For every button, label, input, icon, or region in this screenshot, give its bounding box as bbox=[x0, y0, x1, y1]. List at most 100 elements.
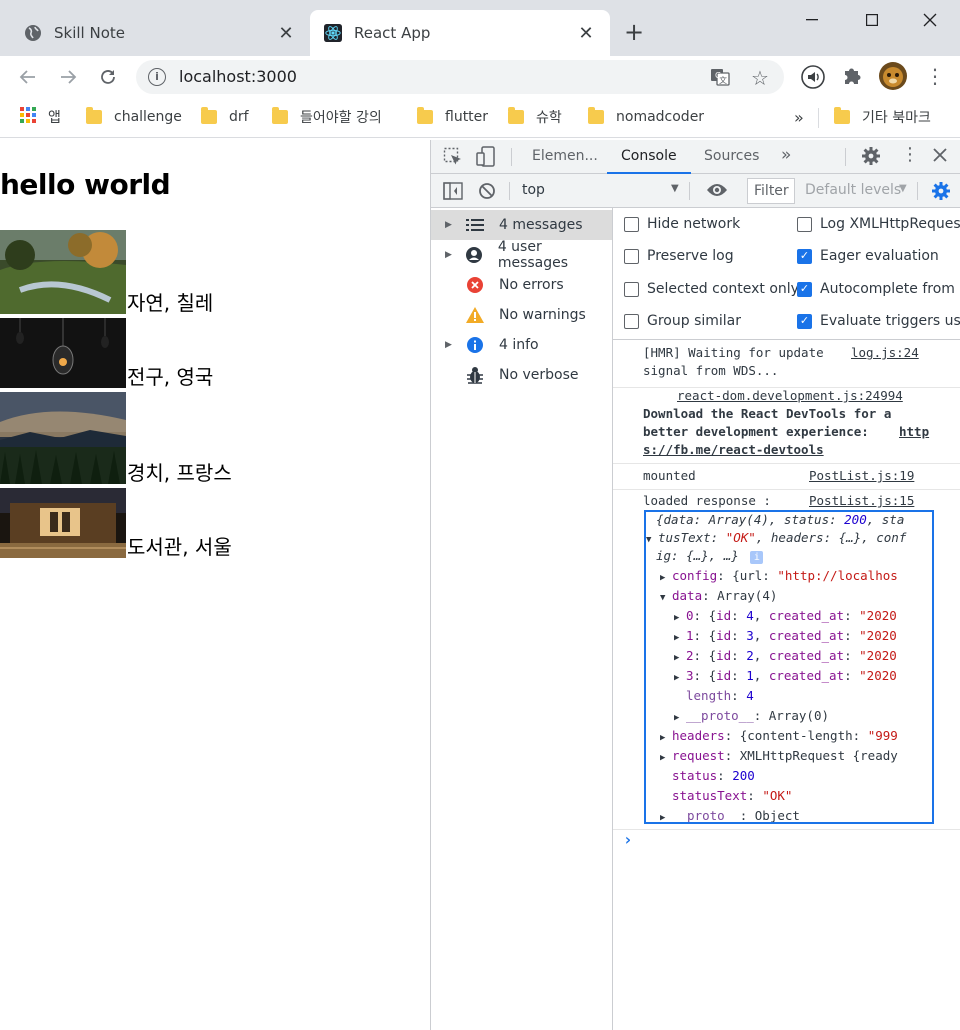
devtools-menu-icon[interactable]: ⋮ bbox=[901, 144, 919, 165]
tree-row-item[interactable]: ▶ 2: {id: 2, created_at: "2020 bbox=[674, 648, 897, 663]
close-devtools-icon[interactable] bbox=[933, 148, 947, 166]
tab-elements[interactable]: Elemen... bbox=[532, 148, 598, 164]
preserve-log-checkbox[interactable]: Preserve log bbox=[624, 248, 734, 264]
maximize-button[interactable] bbox=[852, 4, 892, 36]
chevron-down-icon: ▼ bbox=[899, 183, 907, 194]
tab-title: Skill Note bbox=[54, 24, 125, 42]
collapsed-arrow-icon: ▶ bbox=[660, 733, 666, 743]
source-link[interactable]: PostList.js:19 bbox=[809, 468, 914, 483]
sidebar-item-warnings[interactable]: No warnings bbox=[431, 300, 612, 330]
tree-row-config[interactable]: ▶ config: {url: "http://localhos bbox=[660, 568, 898, 583]
media-icon[interactable] bbox=[800, 64, 826, 94]
sidebar-item-verbose[interactable]: No verbose bbox=[431, 360, 612, 390]
globe-icon bbox=[24, 24, 42, 42]
folder-icon bbox=[588, 107, 604, 124]
tree-row-item[interactable]: ▶ 0: {id: 4, created_at: "2020 bbox=[674, 608, 897, 623]
close-tab-icon[interactable]: ✕ bbox=[576, 23, 596, 44]
device-toolbar-icon[interactable] bbox=[475, 146, 497, 172]
site-info-icon[interactable]: i bbox=[148, 68, 166, 86]
log-levels-dropdown[interactable]: Default levels bbox=[805, 182, 901, 198]
object-summary[interactable]: {data: Array(4), status: 200, sta bbox=[656, 512, 904, 527]
sidebar-item-messages[interactable]: ▶ 4 messages bbox=[431, 210, 612, 240]
message-text: better development experience: bbox=[643, 424, 869, 439]
bookmark-folder[interactable]: drf bbox=[201, 106, 249, 128]
tree-row-data[interactable]: ▼ data: Array(4) bbox=[660, 588, 777, 603]
tab-react-app[interactable]: React App ✕ bbox=[310, 10, 610, 56]
hide-network-checkbox[interactable]: Hide network bbox=[624, 216, 740, 232]
tab-skill-note[interactable]: Skill Note ✕ bbox=[10, 10, 310, 56]
console-prompt[interactable]: › bbox=[623, 830, 633, 849]
close-tab-icon[interactable]: ✕ bbox=[276, 23, 296, 44]
back-button[interactable] bbox=[15, 64, 41, 90]
other-bookmarks[interactable]: 기타 북마크 bbox=[834, 106, 931, 128]
settings-gear-icon[interactable] bbox=[861, 146, 881, 170]
more-tabs-button[interactable]: » bbox=[781, 145, 791, 165]
devtools-link[interactable]: http bbox=[899, 424, 929, 439]
source-link[interactable]: PostList.js:15 bbox=[809, 493, 914, 508]
sidebar-item-user-messages[interactable]: ▶ 4 user messages bbox=[431, 239, 612, 271]
bookmarks-bar: 앱 challenge drf 들어야할 강의 flutter 슈학 nomad… bbox=[0, 98, 960, 138]
inspect-element-icon[interactable] bbox=[443, 147, 463, 171]
tab-console[interactable]: Console bbox=[607, 148, 691, 174]
console-message: mounted PostList.js:19 bbox=[613, 464, 960, 490]
bookmarks-overflow-button[interactable]: » bbox=[794, 106, 804, 128]
bookmark-label: challenge bbox=[114, 109, 182, 125]
bookmark-star-icon[interactable]: ☆ bbox=[751, 66, 769, 90]
post-image bbox=[0, 230, 126, 314]
tree-row-item[interactable]: ▶ 1: {id: 3, created_at: "2020 bbox=[674, 628, 897, 643]
source-link[interactable]: react-dom.development.js:24994 bbox=[677, 388, 903, 403]
bookmark-folder[interactable]: nomadcoder bbox=[588, 106, 704, 128]
browser-menu-icon[interactable]: ⋮ bbox=[925, 66, 945, 86]
tree-row-proto[interactable]: ▶ __proto__: Array(0) bbox=[674, 708, 829, 723]
sidebar-item-info[interactable]: ▶ 4 info bbox=[431, 330, 612, 360]
eager-evaluation-checkbox[interactable]: ✓ Eager evaluation bbox=[797, 248, 939, 264]
chevron-down-icon[interactable]: ▼ bbox=[671, 183, 679, 194]
address-bar[interactable]: i localhost:3000 文G ☆ bbox=[136, 60, 784, 94]
forward-button[interactable] bbox=[55, 64, 81, 90]
eye-icon[interactable] bbox=[706, 182, 728, 202]
bookmark-label: 슈학 bbox=[536, 110, 562, 126]
info-badge-icon[interactable]: i bbox=[750, 551, 764, 564]
clear-console-icon[interactable] bbox=[478, 182, 496, 204]
console-message: [HMR] Waiting for update log.js:24 signa… bbox=[613, 340, 960, 388]
devtools-link[interactable]: s://fb.me/react-devtools bbox=[643, 442, 824, 457]
sidebar-item-errors[interactable]: No errors bbox=[431, 270, 612, 300]
post-caption: 도서관, 서울 bbox=[127, 535, 232, 559]
autocomplete-checkbox[interactable]: ✓ Autocomplete from h bbox=[797, 281, 960, 297]
evaluate-triggers-checkbox[interactable]: ✓ Evaluate triggers user bbox=[797, 313, 960, 329]
bookmark-folder[interactable]: 들어야할 강의 bbox=[272, 106, 382, 128]
bookmark-label: 들어야할 강의 bbox=[300, 110, 382, 126]
filter-input[interactable]: Filter bbox=[747, 178, 795, 204]
tree-row-headers[interactable]: ▶ headers: {content-length: "999 bbox=[660, 728, 898, 743]
context-selector[interactable]: top bbox=[522, 182, 545, 198]
post-item: 전구, 영국 bbox=[0, 318, 213, 388]
tree-row-item[interactable]: ▶ 3: {id: 1, created_at: "2020 bbox=[674, 668, 897, 683]
group-similar-checkbox[interactable]: Group similar bbox=[624, 313, 741, 329]
expand-arrow-icon: ▶ bbox=[445, 250, 452, 260]
info-icon bbox=[465, 335, 485, 355]
avatar[interactable] bbox=[879, 62, 907, 90]
tree-row-proto-object[interactable]: ▶ __proto__: Object bbox=[660, 808, 800, 822]
bookmark-folder[interactable]: challenge bbox=[86, 106, 182, 128]
minimize-button[interactable] bbox=[792, 4, 832, 36]
console-settings-icon[interactable] bbox=[931, 181, 951, 205]
bookmark-apps[interactable]: 앱 bbox=[20, 106, 61, 128]
new-tab-button[interactable]: + bbox=[624, 18, 644, 46]
tab-sources[interactable]: Sources bbox=[704, 148, 759, 164]
reload-button[interactable] bbox=[95, 64, 121, 90]
extensions-icon[interactable] bbox=[841, 65, 863, 91]
translate-icon[interactable]: 文G bbox=[710, 68, 730, 90]
selected-context-checkbox[interactable]: Selected context only bbox=[624, 281, 799, 297]
expand-arrow-icon: ▶ bbox=[445, 340, 452, 350]
close-window-button[interactable] bbox=[910, 4, 950, 36]
tree-row-request[interactable]: ▶ request: XMLHttpRequest {ready bbox=[660, 748, 898, 763]
bookmark-folder[interactable]: 슈학 bbox=[508, 106, 562, 128]
source-link[interactable]: log.js:24 bbox=[851, 345, 919, 360]
divider bbox=[917, 182, 918, 200]
sidebar-toggle-icon[interactable] bbox=[443, 182, 463, 204]
log-xhr-checkbox[interactable]: Log XMLHttpRequest bbox=[797, 216, 960, 232]
bookmark-folder[interactable]: flutter bbox=[417, 106, 488, 128]
bug-icon bbox=[465, 365, 485, 385]
checkmark-icon: ✓ bbox=[797, 313, 812, 329]
object-summary[interactable]: ▼ tusText: "OK", headers: {…}, conf bbox=[646, 530, 906, 545]
